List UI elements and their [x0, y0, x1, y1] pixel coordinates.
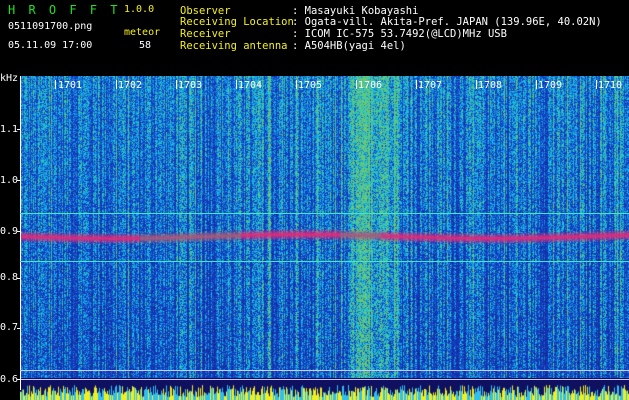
y-tick-label: 0.9: [0, 226, 19, 237]
x-tick-mark: [176, 80, 177, 89]
y-axis-line: [20, 76, 21, 390]
lower-guide-line: [20, 261, 629, 262]
x-tick-mark: [416, 80, 417, 89]
hrofft-window: H R O F F T 1.0.0 0511091700.png meteor …: [0, 0, 629, 400]
x-tick-label: 1702: [118, 80, 143, 91]
activity-strip: [20, 378, 629, 400]
x-tick-mark: [476, 80, 477, 89]
info-value-receiver: : ICOM IC-575 53.7492(@LCD)MHz USB: [292, 28, 507, 40]
y-axis-unit: kHz: [0, 73, 19, 84]
meteor-label: meteor: [124, 27, 161, 38]
x-tick-label: 1707: [418, 80, 443, 91]
x-tick-label: 1701: [58, 80, 83, 91]
y-tick-label: 1.0: [0, 175, 19, 186]
x-tick-mark: [55, 80, 56, 89]
bottom-guide-line-2: [20, 379, 629, 380]
x-tick-label: 1706: [358, 80, 383, 91]
y-tick-mark: [17, 180, 21, 181]
datetime-label: 05.11.09 17:00: [8, 40, 93, 51]
y-tick-label: 0.8: [0, 272, 19, 283]
meteor-count: 58: [139, 40, 152, 51]
x-tick-mark: [596, 80, 597, 89]
info-label-antenna: Receiving antenna: [180, 40, 288, 52]
app-version: 1.0.0: [124, 4, 155, 15]
y-tick-mark: [17, 231, 21, 232]
x-tick-mark: [536, 80, 537, 89]
x-tick-mark: [356, 80, 357, 89]
y-tick-mark: [17, 278, 21, 279]
x-tick-mark: [236, 80, 237, 89]
x-tick-mark: [116, 80, 117, 89]
info-value-observer: : Masayuki Kobayashi: [292, 5, 419, 17]
x-tick-label: 1710: [598, 80, 623, 91]
info-value-location: : Ogata-vill. Akita-Pref. JAPAN (139.96E…: [292, 16, 602, 28]
info-value-antenna: : A504HB(yagi 4el): [292, 40, 406, 52]
upper-guide-line: [20, 213, 629, 214]
x-tick-label: 1704: [238, 80, 263, 91]
y-tick-mark: [17, 129, 21, 130]
y-tick-label: 0.7: [0, 322, 19, 333]
info-label-location: Receiving Location: [180, 16, 294, 28]
x-tick-label: 1703: [178, 80, 203, 91]
bottom-guide-line-1: [20, 370, 629, 371]
app-title: H R O F F T: [8, 3, 121, 17]
x-tick-label: 1705: [298, 80, 323, 91]
info-label-receiver: Receiver: [180, 28, 231, 40]
y-tick-label: 0.6: [0, 374, 19, 385]
filename-label: 0511091700.png: [8, 21, 93, 32]
y-tick-mark: [17, 379, 21, 380]
y-tick-mark: [17, 328, 21, 329]
x-tick-label: 1709: [538, 80, 563, 91]
x-tick-label: 1708: [478, 80, 503, 91]
spectrogram-display: [20, 76, 629, 390]
x-tick-mark: [296, 80, 297, 89]
y-tick-label: 1.1: [0, 124, 19, 135]
info-label-observer: Observer: [180, 5, 231, 17]
